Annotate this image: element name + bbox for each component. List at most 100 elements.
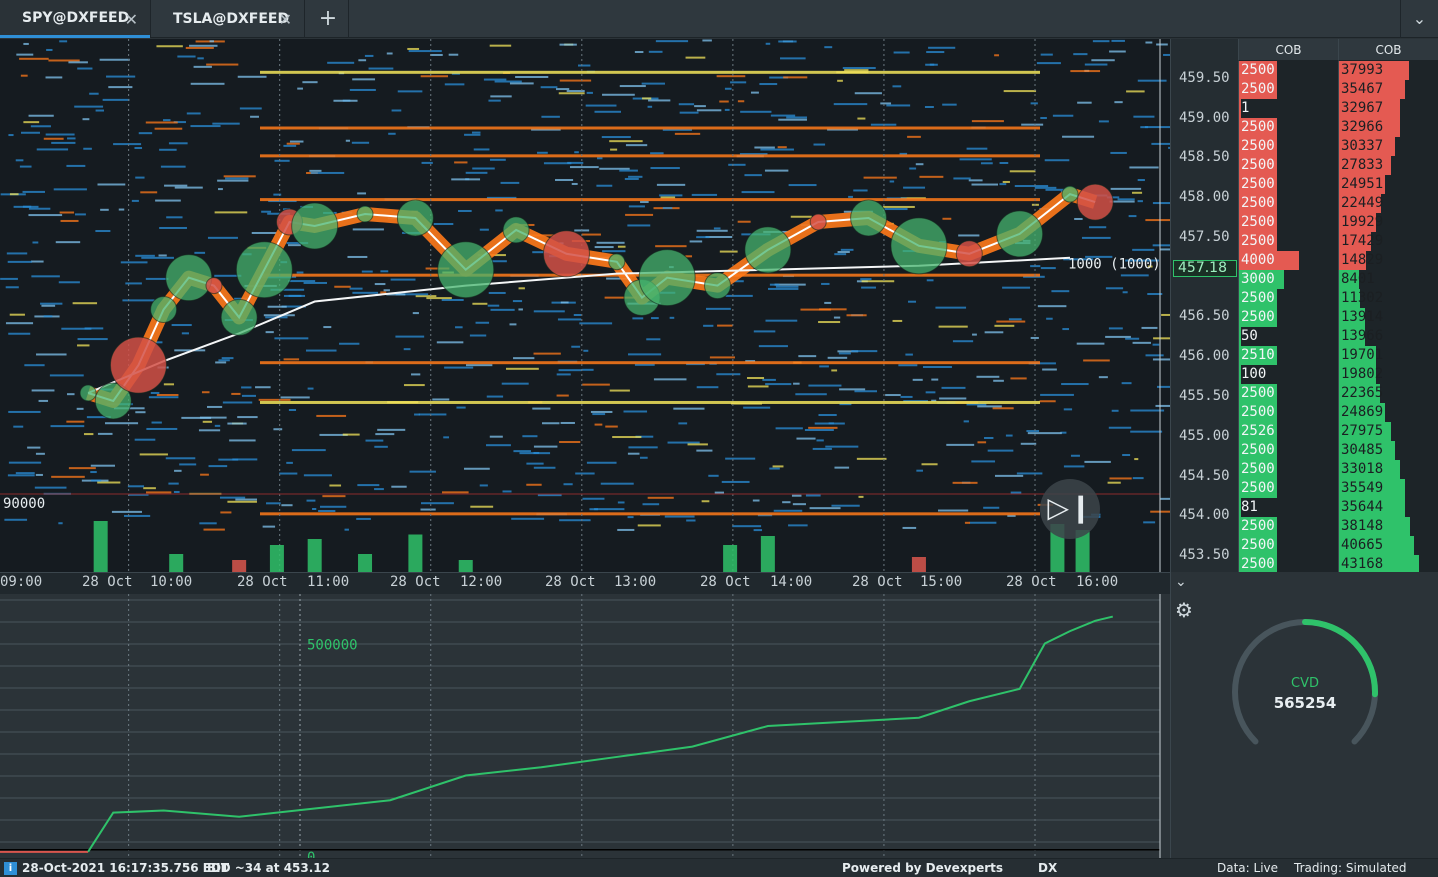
volume-bar (93, 521, 108, 572)
cob-value: 2500 (1241, 233, 1275, 249)
price-tick-label: 459.50 (1179, 69, 1230, 86)
trade-bubble (542, 230, 590, 278)
cob-left-row: 2500 (1239, 289, 1277, 308)
chevron-down-icon[interactable]: ⌄ (1175, 574, 1195, 594)
cob-right-row: 24869 (1339, 403, 1386, 422)
cob-value: 8401 (1341, 271, 1375, 287)
cob-value: 43168 (1341, 556, 1384, 572)
volume-bar (358, 554, 373, 572)
cob-value: 32967 (1341, 100, 1384, 116)
price-tick-label: 456.00 (1179, 348, 1230, 365)
tab-divider (348, 0, 349, 38)
trade-bubble (1076, 183, 1114, 221)
heatmap-svg: 90000 1000 (1000) (0, 39, 1170, 572)
cob-value: 2500 (1241, 157, 1275, 173)
volume-bar (307, 539, 322, 572)
cob-left-row: 2500 (1239, 156, 1277, 175)
cob-header-right[interactable]: COB (1338, 39, 1438, 61)
cob-left-row: 50 (1239, 327, 1258, 346)
trade-bubble (150, 295, 178, 323)
status-bid: BID ~34 at 453.12 (207, 861, 330, 875)
time-axis[interactable]: 09:00 28 Oct 10:00 28 Oct 11:00 28 Oct 12:00 28… (0, 572, 1170, 594)
cob-right-row: 14829 (1339, 251, 1383, 270)
tab-spy[interactable]: SPY@DXFEED ✕ (0, 0, 150, 38)
trade-bubble (744, 226, 792, 274)
heatmap-chart[interactable]: 90000 1000 (1000) ▷❙ (0, 39, 1170, 572)
cob-right-row: 27833 (1339, 156, 1391, 175)
cob-left-row: 2500 (1239, 441, 1277, 460)
liquidity-level (260, 512, 1040, 516)
cob-right-row: 27975 (1339, 422, 1391, 441)
gear-icon[interactable]: ⚙ (1175, 598, 1197, 622)
close-icon[interactable]: ✕ (125, 10, 138, 29)
cvd-svg: 500000 0 (0, 594, 1161, 866)
cvd-tick-label: 0 (307, 850, 315, 858)
dx-logo: DX (1038, 861, 1058, 875)
cvd-chart[interactable]: 500000 0 (0, 594, 1170, 866)
indicator-panel: ⌄ ⚙ CVD 565254 (1170, 572, 1438, 858)
volume-bar (723, 545, 738, 572)
cob-value: 2500 (1241, 385, 1275, 401)
cob-left-row: 4000 (1239, 251, 1299, 270)
price-axis[interactable]: 457.18 459.50 459.00 458.50 458.00 457.50 456… (1170, 39, 1238, 572)
cob-right-row: 43168 (1339, 555, 1419, 572)
liquidity-level (260, 361, 1040, 365)
cob-left-row: 2500 (1239, 384, 1277, 403)
cob-value: 1 (1241, 100, 1250, 116)
trade-bubble (638, 249, 696, 307)
cob-value: 2500 (1241, 518, 1275, 534)
cob-value: 2500 (1241, 309, 1275, 325)
cob-value: 22449 (1341, 195, 1384, 211)
volume-bar (169, 554, 184, 572)
cob-value: 35644 (1341, 499, 1384, 515)
plus-icon[interactable]: + (316, 6, 340, 32)
tab-divider (304, 0, 305, 38)
cob-right-row: 32966 (1339, 118, 1401, 137)
cob-left-row: 2510 (1239, 346, 1277, 365)
cob-left-row: 2500 (1239, 61, 1277, 80)
cob-right-row: 35644 (1339, 498, 1406, 517)
cob-header-left[interactable]: COB (1238, 39, 1338, 61)
price-annotation: 1000 (1000) (1068, 256, 1161, 272)
cob-left-row: 2500 (1239, 479, 1277, 498)
cob-value: 100 (1241, 366, 1267, 382)
cob-value: 81 (1241, 499, 1258, 515)
price-tick-label: 458.50 (1179, 149, 1230, 166)
status-timestamp: 28-Oct-2021 16:17:35.756 EDT (22, 861, 230, 875)
cob-left-row: 2500 (1239, 536, 1277, 555)
tab-tsla[interactable]: TSLA@DXFEED ✕ (151, 0, 304, 38)
cob-right-row: 13914 (1339, 308, 1383, 327)
cob-value: 2500 (1241, 214, 1275, 230)
cob-value: 2500 (1241, 404, 1275, 420)
volume-bar (458, 560, 473, 572)
cob-right-row: 38148 (1339, 517, 1410, 536)
cob-left-row: 1 (1239, 99, 1249, 118)
cvd-tick-label: 500000 (307, 638, 358, 654)
trade-bubble (955, 240, 983, 268)
play-pause-icon[interactable]: ▷❙ (1040, 479, 1100, 539)
cob-right-row: 8401 (1339, 270, 1375, 289)
cob-right-row: 17429 (1339, 232, 1383, 251)
trade-bubble (608, 253, 626, 271)
cob-value: 2500 (1241, 290, 1275, 306)
cob-value: 2500 (1241, 62, 1275, 78)
cob-value: 4000 (1241, 252, 1275, 268)
cob-right-row: 37993 (1339, 61, 1410, 80)
cob-right-row: 22365 (1339, 384, 1383, 403)
cob-value: 24951 (1341, 176, 1384, 192)
info-icon[interactable]: i (4, 862, 17, 875)
tab-label: SPY@DXFEED (22, 9, 130, 26)
volume-axis-label: 90000 (3, 496, 45, 512)
cob-right-row: 32967 (1339, 99, 1401, 118)
price-tick-label: 459.00 (1179, 109, 1230, 126)
chevron-down-icon[interactable]: ⌄ (1400, 0, 1438, 38)
status-trading: Trading: Simulated (1294, 861, 1407, 875)
cob-right-row: 35549 (1339, 479, 1405, 498)
close-icon[interactable]: ✕ (279, 10, 292, 29)
status-data: Data: Live (1217, 861, 1279, 875)
price-tick-label: 453.50 (1179, 547, 1230, 564)
cob-value: 22365 (1341, 385, 1384, 401)
cob-value: 3000 (1241, 271, 1275, 287)
trade-bubble (109, 336, 167, 394)
liquidity-level (260, 126, 1040, 130)
